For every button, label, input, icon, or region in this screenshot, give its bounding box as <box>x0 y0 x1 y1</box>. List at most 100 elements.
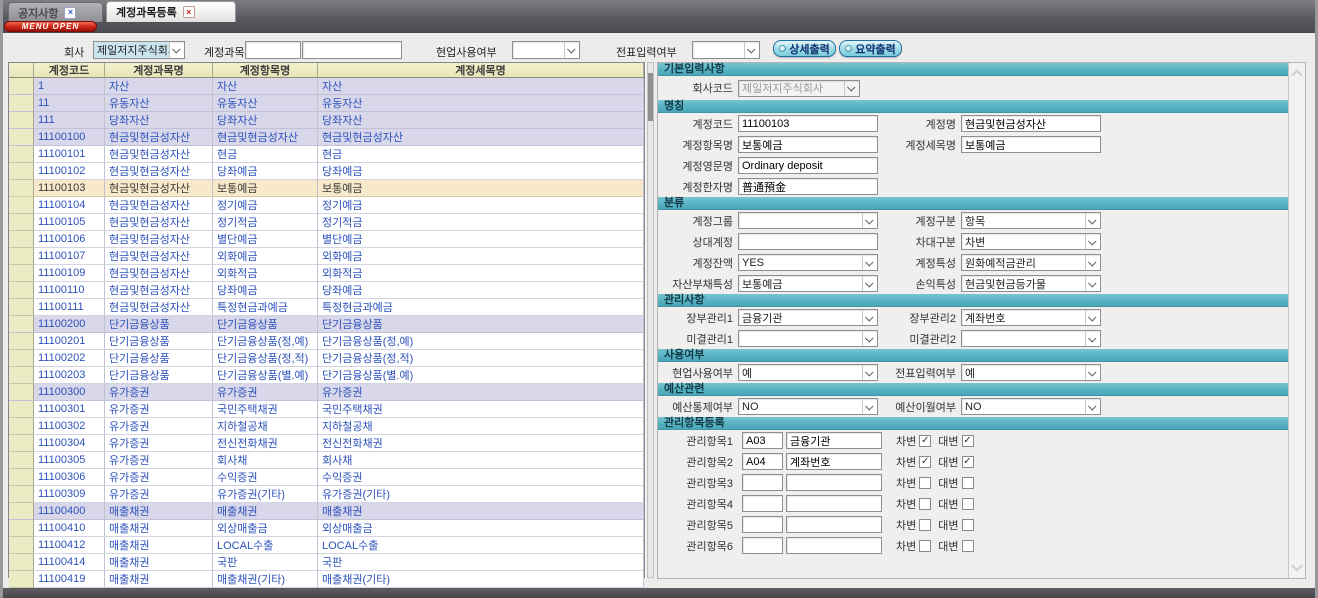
chevron-down-icon[interactable] <box>1085 365 1100 380</box>
company-select[interactable]: 제일저지주식회사 <box>93 41 185 59</box>
mgmt-item5-credit-checkbox[interactable] <box>962 519 974 531</box>
close-icon[interactable]: × <box>64 7 76 19</box>
account-name-filter-input[interactable] <box>302 41 402 59</box>
mgmt-item3-code-input[interactable] <box>742 474 783 491</box>
chevron-down-icon[interactable] <box>862 399 877 414</box>
row-selector-cell[interactable] <box>9 299 34 316</box>
row-selector-cell[interactable] <box>9 163 34 180</box>
mgmt-item5-name-input[interactable] <box>786 516 882 533</box>
row-selector-cell[interactable] <box>9 367 34 384</box>
ledger-mgmt1-select[interactable]: 금융기관 <box>738 309 878 326</box>
asset-liability-trait-select[interactable]: 보통예금 <box>738 275 878 292</box>
account-english-name-input[interactable] <box>738 157 878 174</box>
chevron-down-icon[interactable] <box>1085 213 1100 228</box>
close-icon[interactable]: × <box>183 6 195 18</box>
mgmt-item2-name-input[interactable] <box>786 453 882 470</box>
chevron-down-icon[interactable] <box>1085 276 1100 291</box>
field-use-select[interactable]: 예 <box>738 364 878 381</box>
table-row[interactable]: 11100419매출채권매출채권(기타)매출채권(기타) <box>9 571 644 588</box>
mgmt-item1-code-input[interactable] <box>742 432 783 449</box>
account-hanja-name-input[interactable] <box>738 178 878 195</box>
chevron-down-icon[interactable] <box>862 255 877 270</box>
scroll-down-icon[interactable] <box>1291 560 1302 571</box>
panel-scrollbar[interactable] <box>1288 63 1305 578</box>
account-name-input[interactable] <box>961 115 1101 132</box>
mgmt-item3-debit-checkbox[interactable] <box>919 477 931 489</box>
table-row[interactable]: 11100410매출채권외상매출금외상매출금 <box>9 520 644 537</box>
chevron-down-icon[interactable] <box>564 42 579 58</box>
table-row[interactable]: 11100104현금및현금성자산정기예금정기예금 <box>9 197 644 214</box>
row-selector-cell[interactable] <box>9 571 34 588</box>
chevron-down-icon[interactable] <box>1085 399 1100 414</box>
mgmt-item2-debit-checkbox[interactable]: ✓ <box>919 456 931 468</box>
table-row[interactable]: 11100102현금및현금성자산당좌예금당좌예금 <box>9 163 644 180</box>
mgmt-item6-code-input[interactable] <box>742 537 783 554</box>
mgmt-item1-credit-checkbox[interactable]: ✓ <box>962 435 974 447</box>
pending-mgmt2-select[interactable] <box>961 330 1101 347</box>
mgmt-item1-debit-checkbox[interactable]: ✓ <box>919 435 931 447</box>
row-selector-cell[interactable] <box>9 248 34 265</box>
row-selector-cell[interactable] <box>9 146 34 163</box>
account-trait-select[interactable]: 원화예적금관리 <box>961 254 1101 271</box>
table-row[interactable]: 11100100현금및현금성자산현금및현금성자산현금및현금성자산 <box>9 129 644 146</box>
row-selector-cell[interactable] <box>9 214 34 231</box>
chevron-down-icon[interactable] <box>1085 234 1100 249</box>
row-selector-cell[interactable] <box>9 469 34 486</box>
debit-credit-class-select[interactable]: 차변 <box>961 233 1101 250</box>
table-row[interactable]: 11100400매출채권매출채권매출채권 <box>9 503 644 520</box>
table-row[interactable]: 1자산자산자산 <box>9 78 644 95</box>
mgmt-item5-code-input[interactable] <box>742 516 783 533</box>
table-row[interactable]: 11100107현금및현금성자산외화예금외화예금 <box>9 248 644 265</box>
table-row[interactable]: 11100309유가증권유가증권(기타)유가증권(기타) <box>9 486 644 503</box>
mgmt-item4-code-input[interactable] <box>742 495 783 512</box>
tab-notice[interactable]: 공지사항 × <box>8 2 103 22</box>
row-selector-cell[interactable] <box>9 486 34 503</box>
account-class-select[interactable]: 항목 <box>961 212 1101 229</box>
chevron-down-icon[interactable] <box>862 310 877 325</box>
table-row[interactable]: 11100101현금및현금성자산현금현금 <box>9 146 644 163</box>
table-row[interactable]: 11100300유가증권유가증권유가증권 <box>9 384 644 401</box>
row-selector-cell[interactable] <box>9 384 34 401</box>
table-scrollbar-thumb[interactable] <box>648 73 653 121</box>
tab-account-registration[interactable]: 계정과목등록 × <box>106 1 236 22</box>
mgmt-item4-debit-checkbox[interactable] <box>919 498 931 510</box>
table-row[interactable]: 11100306유가증권수익증권수익증권 <box>9 469 644 486</box>
row-selector-cell[interactable] <box>9 231 34 248</box>
row-selector-cell[interactable] <box>9 350 34 367</box>
pending-mgmt1-select[interactable] <box>738 330 878 347</box>
profit-loss-trait-select[interactable]: 현금및현금등가물 <box>961 275 1101 292</box>
row-selector-cell[interactable] <box>9 401 34 418</box>
mgmt-item1-name-input[interactable] <box>786 432 882 449</box>
table-row[interactable]: 11100110현금및현금성자산당좌예금당좌예금 <box>9 282 644 299</box>
row-selector-cell[interactable] <box>9 503 34 520</box>
table-row[interactable]: 11100305유가증권회사채회사채 <box>9 452 644 469</box>
row-selector-cell[interactable] <box>9 554 34 571</box>
account-code-input[interactable] <box>738 115 878 132</box>
table-row[interactable]: 111당좌자산당좌자산당좌자산 <box>9 112 644 129</box>
chevron-down-icon[interactable] <box>862 276 877 291</box>
mgmt-item3-name-input[interactable] <box>786 474 882 491</box>
table-row[interactable]: 11100301유가증권국민주택채권국민주택채권 <box>9 401 644 418</box>
slip-input-filter-select[interactable] <box>692 41 760 59</box>
mgmt-item5-debit-checkbox[interactable] <box>919 519 931 531</box>
row-selector-cell[interactable] <box>9 112 34 129</box>
row-selector-cell[interactable] <box>9 452 34 469</box>
account-group-select[interactable] <box>738 212 878 229</box>
counter-account-input[interactable] <box>738 233 878 250</box>
row-selector-cell[interactable] <box>9 265 34 282</box>
detail-print-button[interactable]: 상세출력 <box>773 40 836 57</box>
account-code-filter-input[interactable] <box>245 41 301 59</box>
table-row[interactable]: 11유동자산유동자산유동자산 <box>9 95 644 112</box>
mgmt-item4-credit-checkbox[interactable] <box>962 498 974 510</box>
field-use-filter-select[interactable] <box>512 41 580 59</box>
mgmt-item6-name-input[interactable] <box>786 537 882 554</box>
row-selector-cell[interactable] <box>9 537 34 554</box>
chevron-down-icon[interactable] <box>1085 255 1100 270</box>
table-row[interactable]: 11100201단기금융상품단기금융상품(정,예)단기금융상품(정,예) <box>9 333 644 350</box>
table-row[interactable]: 11100412매출채권LOCAL수출LOCAL수출 <box>9 537 644 554</box>
mgmt-item2-code-input[interactable] <box>742 453 783 470</box>
table-scrollbar[interactable] <box>647 62 654 578</box>
table-row[interactable]: 11100202단기금융상품단기금융상품(정,적)단기금융상품(정,적) <box>9 350 644 367</box>
row-selector-cell[interactable] <box>9 129 34 146</box>
table-row[interactable]: 11100414매출채권국판국판 <box>9 554 644 571</box>
